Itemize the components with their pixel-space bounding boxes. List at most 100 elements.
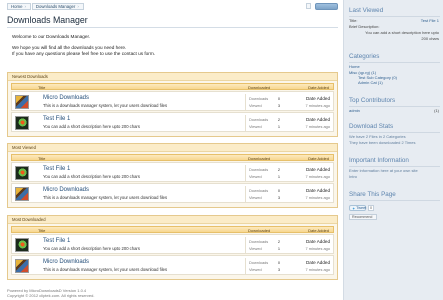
file-thumbnail[interactable]	[15, 166, 29, 180]
download-row[interactable]: Micro Downloads This is a downloads mana…	[11, 91, 334, 111]
viewed-label: Viewed	[249, 103, 262, 108]
intro-text: Welcome to our Downloads Manager. We hop…	[12, 34, 155, 56]
file-thumbnail[interactable]	[15, 259, 29, 273]
relative-time: 7 minutes ago	[305, 124, 330, 129]
info-line-intro: Intro	[349, 174, 358, 179]
main-content: Home › Downloads Manager › Downloads Manag…	[0, 0, 342, 300]
download-row[interactable]: Micro Downloads This is a downloads mana…	[11, 255, 334, 275]
file-name-link[interactable]: Micro Downloads	[43, 95, 89, 101]
column-downloaded: Downloaded	[248, 156, 271, 161]
downloads-label: Downloads	[249, 167, 269, 172]
panel-footer	[8, 132, 337, 136]
file-name-link[interactable]: Micro Downloads	[43, 187, 89, 193]
file-name-link[interactable]: Micro Downloads	[43, 259, 89, 265]
relative-time: 7 minutes ago	[305, 246, 330, 251]
panel-most-downloaded: Most Downloaded Title Downloaded Date Ad…	[7, 215, 338, 280]
top-contributors-heading: Top Contributors	[349, 97, 396, 104]
relative-time: 7 minutes ago	[305, 174, 330, 179]
file-description: This is a downloads manager system, let …	[43, 103, 168, 108]
column-downloaded: Downloaded	[248, 85, 271, 90]
viewed-label: Viewed	[249, 267, 262, 272]
download-row[interactable]: Micro Downloads This is a downloads mana…	[11, 183, 334, 203]
column-title: Title	[38, 156, 46, 161]
sidebar: Last Viewed Title: Test File 1 Brief Des…	[343, 0, 443, 300]
info-line: Enter information here at your own site	[349, 168, 418, 173]
last-viewed-brief-label: Brief Description:	[349, 24, 380, 29]
file-stats: Downloads 0 Viewed 3	[245, 94, 282, 110]
breadcrumb-home-label: Home	[11, 4, 23, 9]
tweet-label: Tweet	[356, 206, 367, 210]
file-name-link[interactable]: Test File 1	[43, 238, 70, 244]
breadcrumb: Home › Downloads Manager ›	[7, 3, 85, 10]
last-viewed-title-label: Title:	[349, 18, 358, 23]
download-row[interactable]: Test File 1 You can add a short descript…	[11, 234, 334, 254]
contributor-name[interactable]: admin	[349, 108, 360, 113]
intro-line: If you have any questions please feel fr…	[12, 50, 156, 56]
jump-to-top-button[interactable]	[306, 3, 311, 9]
panel-heading: Most Downloaded	[8, 216, 337, 224]
category-home[interactable]: Home	[349, 64, 360, 69]
panel-footer	[8, 203, 337, 207]
download-row[interactable]: Test File 1 You can add a short descript…	[11, 112, 334, 132]
panel-footer	[8, 275, 337, 279]
file-description: You can add a short description here upt…	[43, 246, 140, 251]
sidebar-divider	[349, 132, 440, 133]
recommend-button[interactable]: Recommend	[349, 214, 377, 220]
column-headers: Title Downloaded Date Added	[11, 226, 334, 233]
panel-heading: Most Viewed	[8, 144, 337, 152]
sidebar-divider	[349, 106, 440, 107]
viewed-label: Viewed	[249, 195, 262, 200]
relative-time: 7 minutes ago	[305, 195, 330, 200]
downloads-count: 0	[277, 188, 280, 193]
breadcrumb-downloads-label: Downloads Manager	[35, 4, 76, 9]
search-button[interactable]	[315, 3, 338, 10]
page-title: Downloads Manager	[7, 15, 88, 25]
last-viewed-title-link[interactable]: Test File 1	[421, 18, 439, 23]
breadcrumb-downloads[interactable]: Downloads Manager ›	[31, 3, 84, 10]
column-date: Date Added	[308, 228, 329, 233]
download-stats-heading: Download Stats	[349, 123, 394, 130]
column-title: Title	[38, 228, 46, 233]
viewed-count: 3	[277, 267, 280, 272]
last-viewed-brief-text: You can add a short description here upt…	[365, 30, 439, 35]
footer-copyright: Copyright © 2012 cliptek.com. All rights…	[7, 292, 95, 298]
file-thumbnail[interactable]	[15, 116, 29, 130]
file-thumbnail[interactable]	[15, 238, 29, 252]
download-row[interactable]: Test File 1 You can add a short descript…	[11, 162, 334, 182]
panel-heading: Newest Downloads	[8, 73, 337, 81]
file-stats: Downloads 0 Viewed 3	[245, 258, 282, 274]
file-stats: Downloads 2 Viewed 1	[245, 237, 282, 253]
file-stats: Downloads 2 Viewed 1	[245, 165, 282, 181]
file-thumbnail[interactable]	[15, 187, 29, 201]
downloads-count: 2	[277, 167, 280, 172]
share-heading: Share This Page	[349, 191, 396, 198]
file-thumbnail[interactable]	[15, 95, 29, 109]
date-added: Date Added	[305, 167, 330, 172]
sidebar-divider	[349, 166, 440, 167]
viewed-label: Viewed	[249, 124, 262, 129]
sidebar-divider	[349, 62, 440, 63]
file-name-link[interactable]: Test File 1	[43, 116, 70, 122]
file-description: You can add a short description here upt…	[43, 174, 140, 179]
relative-time: 7 minutes ago	[305, 103, 330, 108]
tweet-count: 0	[368, 205, 374, 211]
column-headers: Title Downloaded Date Added	[11, 154, 334, 161]
sidebar-divider	[349, 200, 440, 201]
recommend-label: Recommend	[352, 215, 373, 219]
downloads-label: Downloads	[249, 117, 269, 122]
relative-time: 7 minutes ago	[305, 267, 330, 272]
breadcrumb-home[interactable]: Home ›	[7, 3, 31, 10]
downloads-count: 2	[277, 239, 280, 244]
file-description: This is a downloads manager system, let …	[43, 267, 168, 272]
date-added: Date Added	[305, 239, 330, 244]
file-name-link[interactable]: Test File 1	[43, 166, 70, 172]
breadcrumb-separator: ›	[77, 4, 79, 9]
viewed-count: 1	[277, 174, 280, 179]
file-description: This is a downloads manager system, let …	[43, 195, 168, 200]
viewed-count: 3	[277, 103, 280, 108]
file-description: You can add a short description here upt…	[43, 124, 140, 129]
tweet-button[interactable]: ✦ Tweet	[349, 205, 366, 211]
column-date: Date Added	[308, 156, 329, 161]
panel-most-viewed: Most Viewed Title Downloaded Date Added …	[7, 143, 338, 208]
category-admin[interactable]: Admin Cat (1)	[358, 80, 383, 85]
